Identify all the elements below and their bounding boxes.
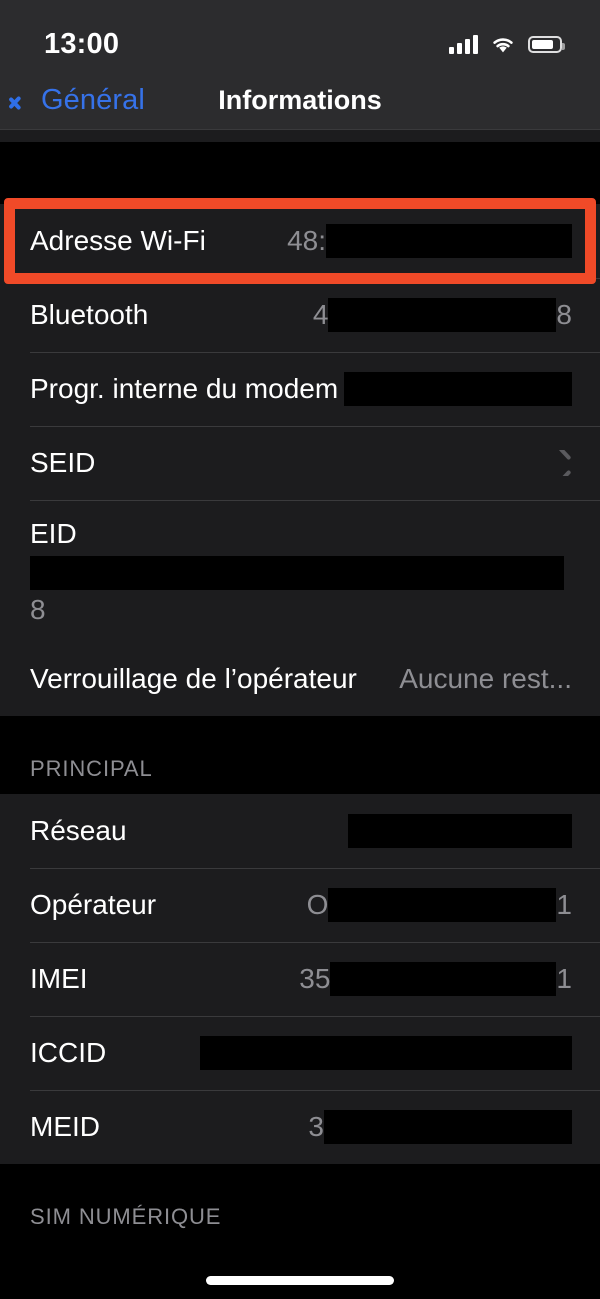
section-gap (0, 142, 600, 204)
redacted-value (328, 888, 557, 922)
back-button[interactable]: Général (0, 84, 145, 117)
table-row[interactable]: IMEI 35 1 (0, 942, 600, 1016)
section-header: PRINCIPAL (0, 716, 600, 794)
redacted-value (330, 962, 557, 996)
table-row[interactable]: Opérateur O 1 (0, 868, 600, 942)
row-value-suffix: 1 (556, 889, 572, 920)
navigation-bar: Général Informations (0, 72, 600, 130)
battery-icon (528, 35, 565, 53)
redacted-value (344, 372, 572, 406)
redacted-value (328, 298, 557, 332)
row-value: Aucune rest... (399, 663, 572, 695)
chevron-right-icon (558, 450, 572, 476)
row-value: 8 (30, 594, 46, 625)
table-row[interactable]: Verrouillage de l’opérateur Aucune rest..… (0, 642, 600, 716)
redacted-value (326, 224, 572, 258)
row-value: 3 (308, 1110, 572, 1144)
status-bar-indicators (449, 34, 565, 54)
row-value: O1 (307, 888, 572, 922)
status-bar: 13:00 (0, 0, 600, 72)
row-label: EID (30, 518, 77, 549)
table-row[interactable]: Bluetooth 4 8 (0, 278, 600, 352)
row-value (348, 814, 572, 848)
row-label: SEID (30, 447, 96, 478)
wifi-icon (490, 34, 516, 54)
row-value (344, 372, 572, 406)
table-row[interactable]: SEID (0, 426, 600, 500)
table-row[interactable]: EID 8 (0, 500, 600, 642)
settings-group: Adresse Wi-Fi 48: Bluetooth 4 8 Progr. intern… (0, 204, 600, 716)
table-row[interactable]: MEID 3 (0, 1090, 600, 1164)
row-value (200, 1036, 572, 1070)
row-value (558, 450, 572, 476)
iphone-settings-screen: 13:00 Général Informations Adresse Wi-Fi… (0, 0, 600, 1299)
row-value-prefix: Aucune rest... (399, 663, 572, 694)
row-value-suffix: 1 (556, 963, 572, 994)
row-value: 48: (287, 224, 572, 258)
row-value-prefix: 48: (287, 225, 326, 256)
settings-list: Adresse Wi-Fi 48: Bluetooth 4 8 Progr. intern… (0, 204, 600, 1242)
row-value: 35 1 (299, 962, 572, 996)
table-row[interactable]: ICCID (0, 1016, 600, 1090)
row-value: 48 (313, 298, 572, 332)
table-row[interactable]: Progr. interne du modem (0, 352, 600, 426)
row-value-suffix: 8 (556, 299, 572, 330)
redacted-value (324, 1110, 572, 1144)
partial-row-above (0, 130, 600, 142)
row-value-prefix: O (306, 889, 329, 920)
row-value-prefix: 4 (312, 299, 329, 330)
table-row[interactable]: Adresse Wi-Fi 48: (0, 204, 600, 278)
row-value-prefix: 35 (299, 963, 331, 994)
row-label: Adresse Wi-Fi (30, 225, 206, 256)
redacted-value (30, 556, 564, 590)
row-value-prefix: 3 (308, 1111, 324, 1142)
row-label: Bluetooth (30, 299, 149, 330)
row-label: Réseau (30, 815, 127, 846)
cellular-signal-icon (449, 34, 478, 54)
row-label: MEID (30, 1111, 100, 1142)
row-label: Opérateur (30, 889, 157, 920)
table-row[interactable]: Réseau (0, 794, 600, 868)
status-bar-clock: 13:00 (44, 27, 120, 60)
row-label: Verrouillage de l’opérateur (30, 663, 357, 694)
redacted-value (348, 814, 572, 848)
back-button-label: Général (41, 84, 145, 116)
row-label: ICCID (30, 1037, 107, 1068)
redacted-value (200, 1036, 572, 1070)
row-label: Progr. interne du modem (30, 373, 339, 404)
settings-group: Réseau Opérateur O 1 IMEI 35 1 ICCID MEID 3 (0, 794, 600, 1164)
chevron-left-icon (18, 88, 33, 114)
row-label: IMEI (30, 963, 88, 994)
home-indicator (206, 1276, 394, 1285)
section-header: SIM NUMÉRIQUE (0, 1164, 600, 1242)
